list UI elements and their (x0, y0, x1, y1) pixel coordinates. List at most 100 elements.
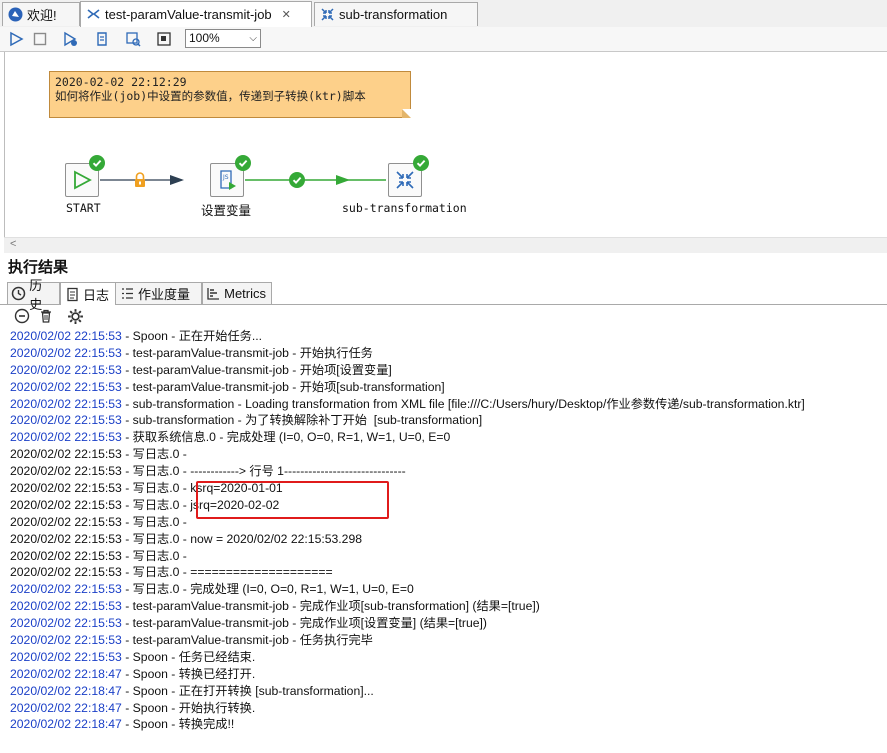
tab-welcome[interactable]: 欢迎! (2, 2, 80, 26)
tab-transformation[interactable]: sub-transformation (314, 2, 478, 26)
log-row: 2020/02/02 22:15:53 - 写日志.0 - ksrq=2020-… (10, 480, 887, 497)
job-metrics-icon (119, 286, 135, 302)
log-settings-icon[interactable] (66, 307, 84, 325)
log-timestamp: 2020/02/02 22:15:53 (10, 633, 122, 648)
log-row: 2020/02/02 22:18:47 - Spoon - 转换完成!! (10, 716, 887, 733)
set-variables-label: 设置变量 (201, 204, 252, 218)
replay-icon[interactable] (93, 30, 111, 48)
log-row: 2020/02/02 22:15:53 - 写日志.0 - (10, 514, 887, 531)
log-message: - 写日志.0 - 完成处理 (I=0, O=0, R=1, W=1, U=0,… (121, 582, 414, 597)
log-message: - test-paramValue-transmit-job - 完成作业项[s… (121, 599, 540, 614)
log-row: 2020/02/02 22:18:47 - Spoon - 开始执行转换. (10, 700, 887, 717)
preview-icon[interactable] (124, 30, 142, 48)
log-row: 2020/02/02 22:15:53 - Spoon - 任务已经结束. (10, 649, 887, 666)
log-timestamp: 2020/02/02 22:15:53 (10, 531, 122, 546)
log-output[interactable]: 2020/02/02 22:15:53 - Spoon - 正在开始任务... 2… (10, 328, 887, 733)
log-timestamp: 2020/02/02 22:15:53 (10, 599, 122, 614)
tab-metrics[interactable]: Metrics (202, 282, 272, 304)
log-timestamp: 2020/02/02 22:15:53 (10, 481, 122, 496)
log-row: 2020/02/02 22:15:53 - 写日志.0 - ==========… (10, 564, 887, 581)
log-row: 2020/02/02 22:15:53 - 写日志.0 - 完成处理 (I=0,… (10, 581, 887, 598)
log-message: - Spoon - 开始执行转换. (121, 700, 256, 715)
tab-label: Metrics (224, 286, 266, 301)
tab-label: test-paramValue-transmit-job (105, 7, 272, 22)
spoon-logo-icon (7, 7, 23, 23)
success-check-icon (413, 155, 429, 171)
log-message: - test-paramValue-transmit-job - 开始项[sub… (121, 379, 445, 394)
clear-log-icon[interactable] (37, 307, 55, 325)
job-icon (85, 7, 101, 23)
hop-success-icon[interactable] (289, 172, 305, 188)
log-message: - sub-transformation - 为了转换解除补丁开始 [sub-t… (121, 413, 483, 428)
log-message: - Spoon - 转换已经打开. (121, 666, 256, 681)
log-row: 2020/02/02 22:15:53 - test-paramValue-tr… (10, 615, 887, 632)
log-row: 2020/02/02 22:18:47 - Spoon - 正在打开转换 [su… (10, 683, 887, 700)
canvas-horizontal-scrollbar[interactable]: < (4, 237, 887, 253)
log-message: - sub-transformation - Loading transform… (121, 396, 805, 411)
set-variables-icon: JS (220, 170, 236, 190)
log-timestamp: 2020/02/02 22:15:53 (10, 565, 122, 580)
log-timestamp: 2020/02/02 22:15:53 (10, 616, 122, 631)
log-message: - 写日志.0 - now = 2020/02/02 22:15:53.298 (121, 531, 363, 546)
tab-history[interactable]: 历史 (7, 278, 60, 312)
editor-tab-bar: 欢迎! test-paramValue-transmit-job ✕ sub-t… (0, 0, 887, 28)
close-tab-icon[interactable]: ✕ (282, 8, 291, 21)
lock-icon[interactable] (133, 172, 147, 188)
log-row: 2020/02/02 22:15:53 - test-paramValue-tr… (10, 345, 887, 362)
log-row: 2020/02/02 22:15:53 - 写日志.0 - (10, 548, 887, 565)
log-timestamp: 2020/02/02 22:15:53 (10, 447, 122, 462)
stop-icon[interactable] (31, 30, 49, 48)
zoom-select[interactable]: 100% ⌵ (185, 29, 261, 48)
success-check-icon (235, 155, 251, 171)
log-timestamp: 2020/02/02 22:15:53 (10, 396, 122, 411)
log-row: 2020/02/02 22:15:53 - 写日志.0 - jsrq=2020-… (10, 497, 887, 514)
log-timestamp: 2020/02/02 22:15:53 (10, 430, 122, 445)
log-message: - test-paramValue-transmit-job - 开始项[设置变… (121, 362, 392, 377)
tab-job-metrics[interactable]: 作业度量 (116, 282, 202, 304)
log-row: 2020/02/02 22:15:53 - test-paramValue-tr… (10, 362, 887, 379)
stop-icon[interactable] (13, 307, 31, 325)
tab-label: sub-transformation (339, 7, 448, 22)
run-options-icon[interactable] (61, 30, 79, 48)
tab-job[interactable]: test-paramValue-transmit-job ✕ (80, 1, 312, 27)
log-row: 2020/02/02 22:15:53 - sub-transformation… (10, 412, 887, 429)
tab-label: 欢迎! (27, 8, 57, 23)
log-timestamp: 2020/02/02 22:15:53 (10, 329, 122, 343)
log-timestamp: 2020/02/02 22:18:47 (10, 666, 122, 681)
chevron-down-icon: ⌵ (249, 33, 257, 44)
log-message: - 写日志.0 - (121, 548, 187, 563)
log-message: - 写日志.0 - (121, 514, 187, 529)
log-timestamp: 2020/02/02 22:15:53 (10, 497, 122, 512)
scroll-left-icon[interactable]: < (10, 238, 16, 250)
results-tab-bar: 历史 日志 作业度量 Metrics (0, 278, 887, 312)
log-message: - 写日志.0 - ==================== (121, 565, 333, 580)
log-message: - test-paramValue-transmit-job - 完成作业项[设… (121, 616, 487, 631)
log-message: - Spoon - 正在打开转换 [sub-transformation]... (121, 683, 374, 698)
log-row: 2020/02/02 22:15:53 - 写日志.0 - (10, 446, 887, 463)
success-check-icon (89, 155, 105, 171)
start-node-label: START (66, 201, 101, 215)
log-timestamp: 2020/02/02 22:15:53 (10, 548, 122, 563)
log-timestamp: 2020/02/02 22:18:47 (10, 683, 122, 698)
log-icon (64, 286, 80, 302)
log-row: 2020/02/02 22:15:53 - 写日志.0 - ----------… (10, 463, 887, 480)
log-timestamp: 2020/02/02 22:15:53 (10, 413, 122, 428)
log-timestamp: 2020/02/02 22:15:53 (10, 362, 122, 377)
log-message: - 写日志.0 - ------------> 行号 1------------… (121, 464, 406, 479)
log-timestamp: 2020/02/02 22:15:53 (10, 649, 122, 664)
log-row: 2020/02/02 22:18:47 - Spoon - 转换已经打开. (10, 666, 887, 683)
log-timestamp: 2020/02/02 22:18:47 (10, 717, 122, 732)
highlight-box (196, 481, 389, 519)
show-results-icon[interactable] (155, 30, 173, 48)
job-toolbar: 100% ⌵ (0, 27, 887, 52)
metrics-icon (206, 286, 221, 302)
log-timestamp: 2020/02/02 22:15:53 (10, 514, 122, 529)
job-canvas[interactable]: 2020-02-02 22:12:29 如何将作业(job)中设置的参数值，传递… (0, 52, 887, 237)
log-timestamp: 2020/02/02 22:15:53 (10, 464, 122, 479)
log-row: 2020/02/02 22:15:53 - sub-transformation… (10, 396, 887, 413)
log-message: - Spoon - 任务已经结束. (121, 649, 256, 664)
log-row: 2020/02/02 22:15:53 - 获取系统信息.0 - 完成处理 (I… (10, 429, 887, 446)
log-message: - test-paramValue-transmit-job - 开始执行任务 (121, 345, 373, 360)
run-icon[interactable] (7, 30, 25, 48)
tab-log[interactable]: 日志 (60, 282, 116, 305)
